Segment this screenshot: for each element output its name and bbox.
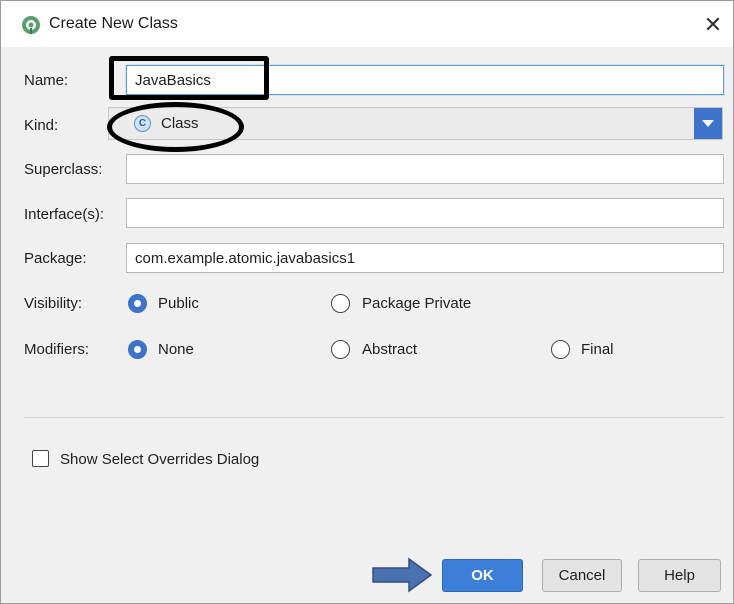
- package-field-box: [126, 243, 724, 273]
- arrow-right-icon: [372, 557, 433, 593]
- class-icon: C: [134, 115, 151, 132]
- modifier-abstract-label[interactable]: Abstract: [362, 341, 417, 358]
- visibility-package-private-label[interactable]: Package Private: [362, 295, 471, 312]
- modifier-final-radio[interactable]: [551, 340, 570, 359]
- kind-label: Kind:: [24, 117, 59, 134]
- close-button[interactable]: ✕: [699, 11, 727, 39]
- close-icon: ✕: [703, 12, 723, 37]
- modifier-abstract-radio[interactable]: [331, 340, 350, 359]
- package-input[interactable]: [127, 244, 723, 272]
- superclass-field-box: [126, 154, 724, 184]
- visibility-package-private-radio[interactable]: [331, 294, 350, 313]
- interfaces-input[interactable]: [127, 199, 723, 227]
- kind-value: Class: [161, 115, 199, 132]
- visibility-label: Visibility:: [24, 295, 83, 312]
- ok-button[interactable]: OK: [442, 559, 523, 592]
- kind-dropdown-button[interactable]: [694, 108, 722, 139]
- modifiers-label: Modifiers:: [24, 341, 90, 358]
- show-overrides-label[interactable]: Show Select Overrides Dialog: [60, 451, 259, 468]
- visibility-public-label[interactable]: Public: [158, 295, 199, 312]
- interfaces-field-box: [126, 198, 724, 228]
- window-title: Create New Class: [49, 15, 178, 32]
- show-overrides-checkbox[interactable]: [32, 450, 49, 467]
- modifier-final-label[interactable]: Final: [581, 341, 614, 358]
- title-bar: Create New Class ✕: [1, 1, 733, 47]
- package-label: Package:: [24, 250, 87, 267]
- superclass-label: Superclass:: [24, 161, 103, 178]
- name-input[interactable]: [127, 66, 723, 94]
- chevron-down-icon: [702, 120, 714, 127]
- help-button[interactable]: Help: [638, 559, 721, 592]
- android-studio-icon: [22, 16, 40, 34]
- separator: [24, 417, 724, 418]
- modifier-none-radio[interactable]: [128, 340, 147, 359]
- cancel-button[interactable]: Cancel: [542, 559, 622, 592]
- modifier-none-label[interactable]: None: [158, 341, 194, 358]
- name-field-box: [126, 65, 724, 95]
- create-new-class-dialog: Create New Class ✕ Name: Kind: C Class S…: [0, 0, 734, 604]
- interfaces-label: Interface(s):: [24, 206, 105, 223]
- kind-select[interactable]: C Class: [108, 107, 723, 140]
- visibility-public-radio[interactable]: [128, 294, 147, 313]
- superclass-input[interactable]: [127, 155, 723, 183]
- name-label: Name:: [24, 72, 69, 89]
